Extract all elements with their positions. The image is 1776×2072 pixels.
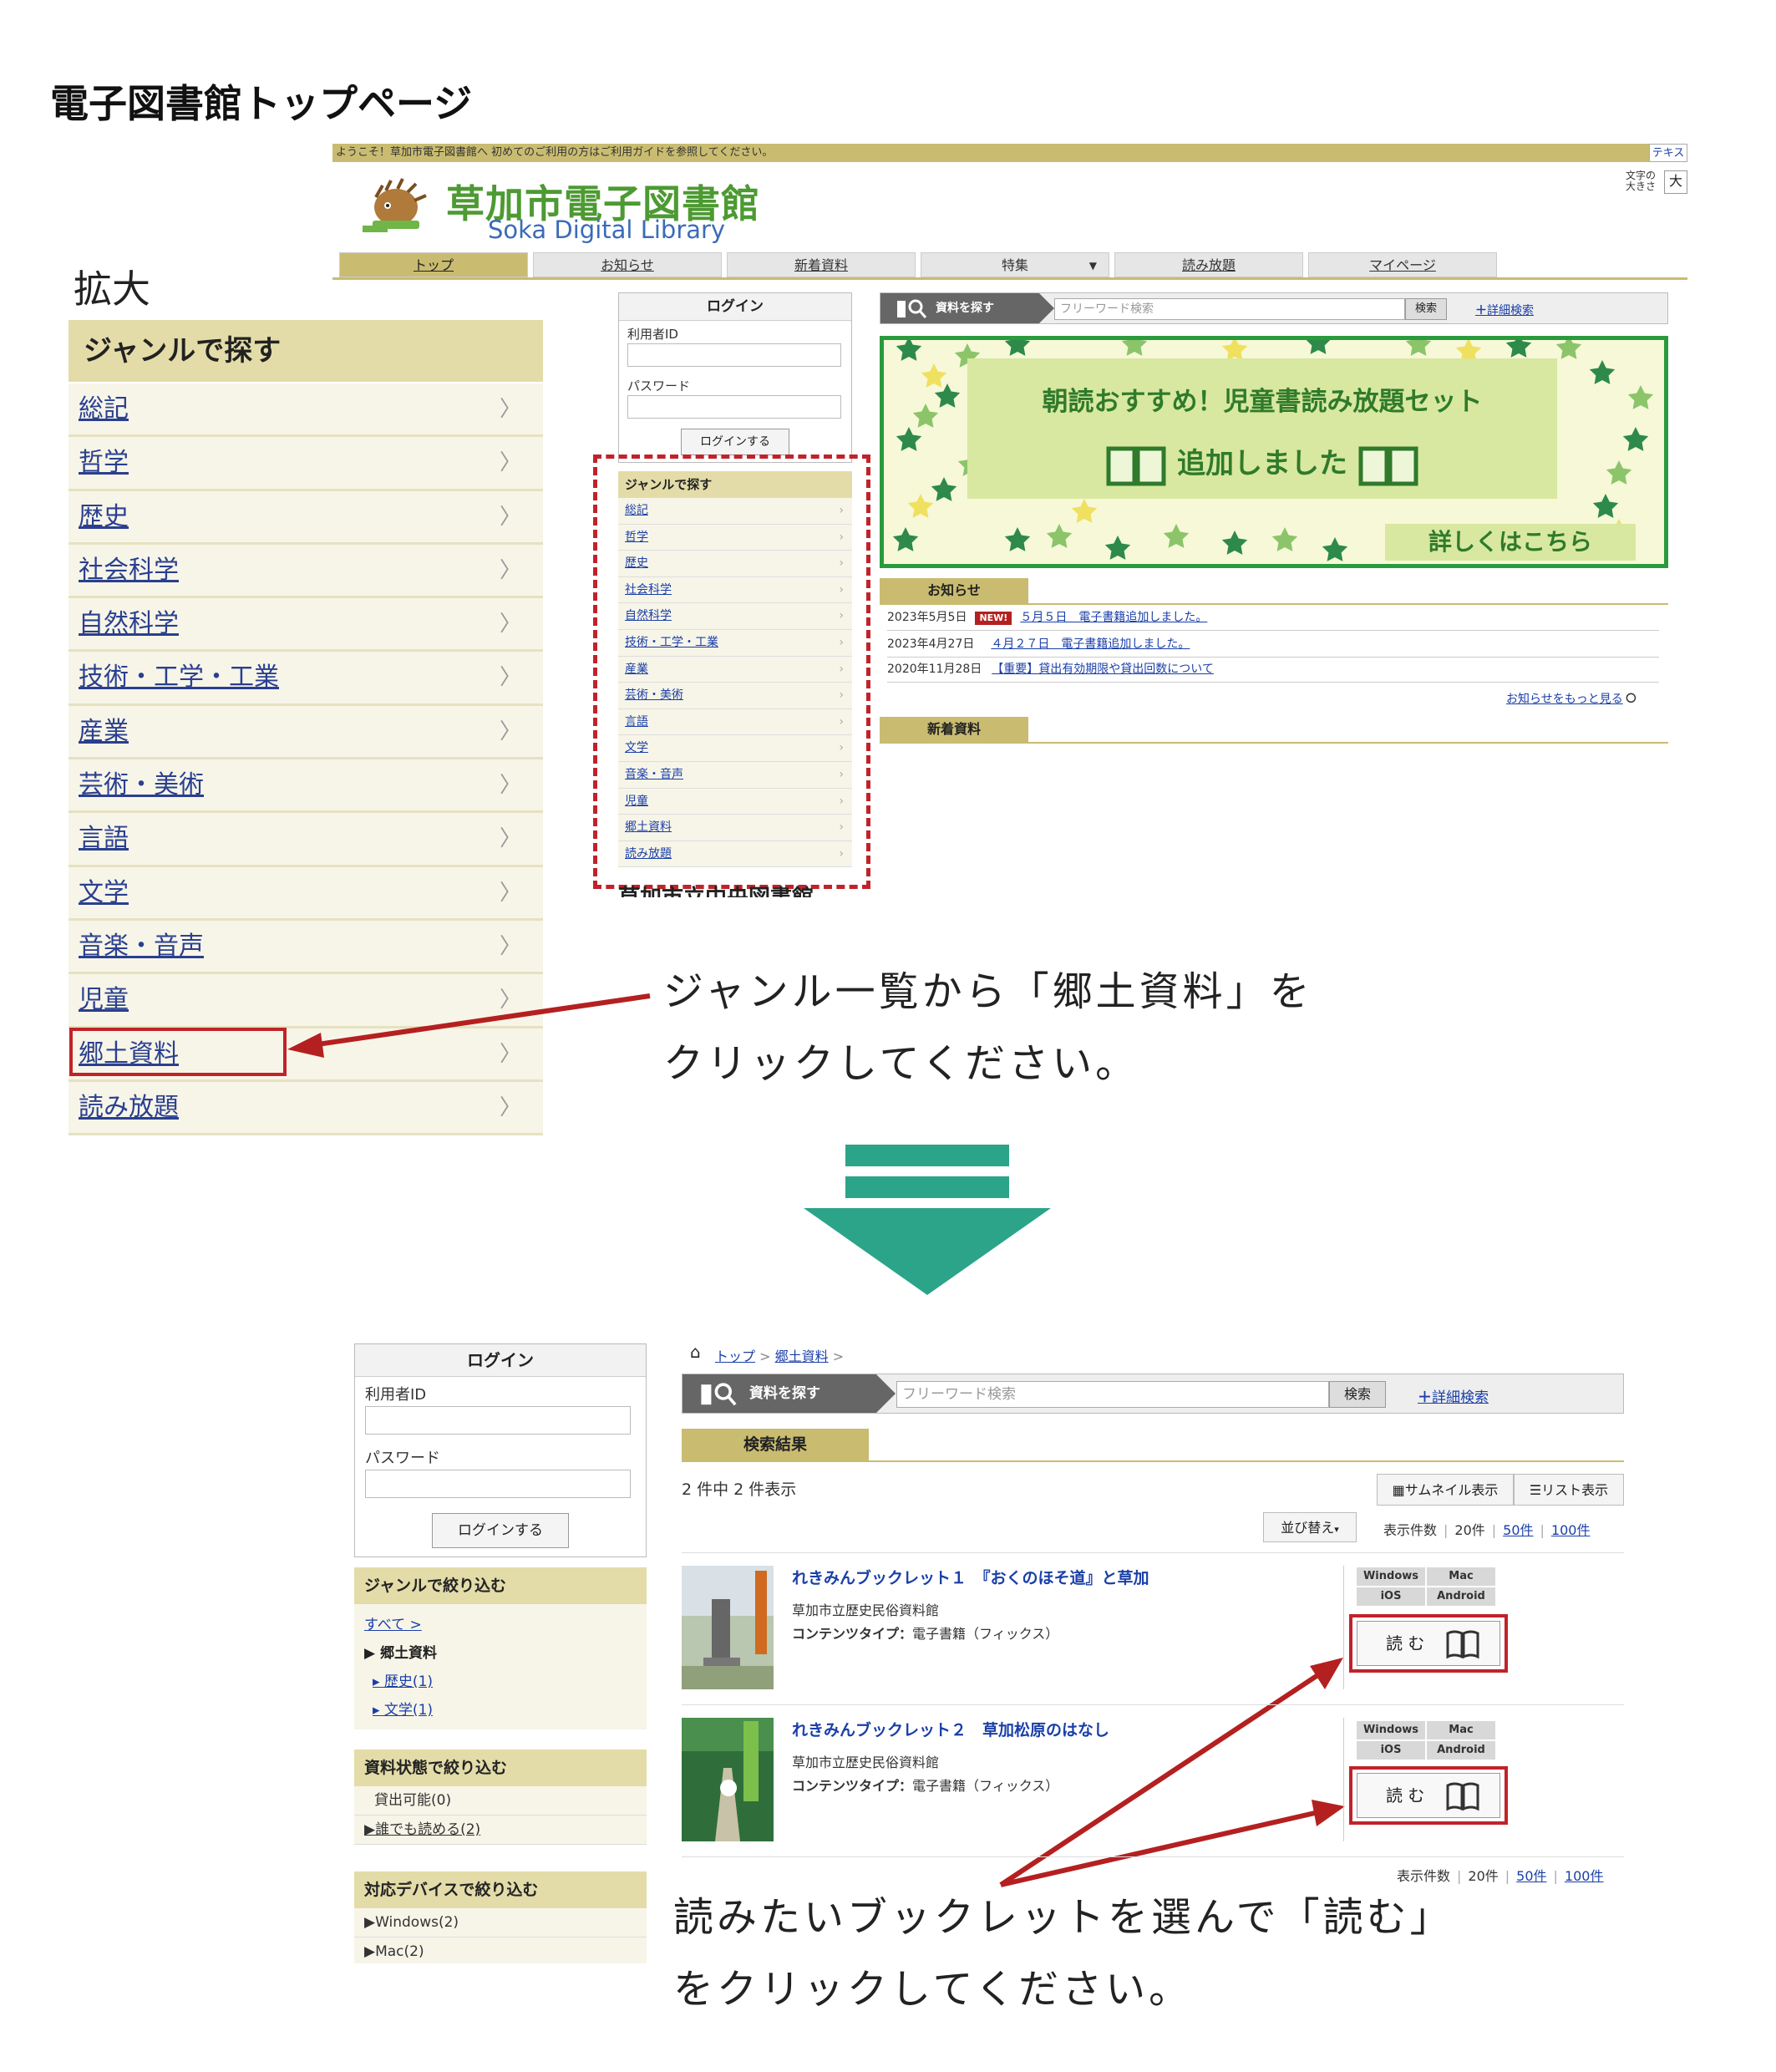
results-divider xyxy=(682,1552,1624,1553)
user-id-label: 利用者ID xyxy=(365,1386,427,1404)
book-title-1[interactable]: れきみんブックレット１ 『おくのほそ道』と草加 xyxy=(792,1566,1149,1588)
search-bar: 資料を探す フリーワード検索 検索 ＋詳細検索 xyxy=(682,1374,1624,1414)
advanced-search-link[interactable]: ＋詳細検索 xyxy=(1418,1385,1489,1406)
genre-filter-current: ▶ 郷土資料 xyxy=(364,1645,437,1662)
status-filter-item[interactable]: 貸出可能(0) xyxy=(354,1786,647,1816)
device-badge: Android xyxy=(1427,1587,1495,1606)
password-label: パスワード xyxy=(365,1450,440,1467)
results-divider xyxy=(682,1856,1624,1857)
instruction-genre-line2: クリックしてください。 xyxy=(663,1040,1139,1087)
device-badge: Android xyxy=(1427,1741,1495,1760)
book-cover-1[interactable] xyxy=(682,1566,774,1689)
device-badge: iOS xyxy=(1357,1587,1425,1606)
genre-filter: ジャンルで絞り込む すべて > ▶ 郷土資料 ▸ 歴史(1) ▸ 文学(1) xyxy=(354,1567,647,1729)
results-underline xyxy=(682,1460,1624,1462)
genre-filter-child[interactable]: ▸ 歴史(1) xyxy=(364,1668,647,1696)
results-count: 2 件中 2 件表示 xyxy=(682,1480,797,1499)
results-title: 検索結果 xyxy=(682,1429,869,1460)
vertical-separator xyxy=(1343,1718,1344,1841)
instruction-read: 読みたいブックレットを選んで「読む」 をクリックしてください。 xyxy=(673,1882,1454,2025)
status-filter-item[interactable]: ▶誰でも読める(2) xyxy=(354,1816,647,1845)
book-content-type-1: コンテンツタイプ：電子書籍（フィックス） xyxy=(792,1626,1059,1642)
status-filter: 資料状態で絞り込む 貸出可能(0) ▶誰でも読める(2) xyxy=(354,1750,647,1845)
bottom-screenshot: ログイン 利用者ID パスワード ログインする ジャンルで絞り込む すべて > … xyxy=(354,1342,1624,1963)
vertical-separator xyxy=(1343,1566,1344,1689)
device-filter-item[interactable]: ▶Windows(2) xyxy=(354,1908,647,1937)
grid-icon: ▦ xyxy=(1392,1482,1405,1498)
device-badges-1: Windows Mac iOS Android xyxy=(1357,1567,1497,1607)
breadcrumb-home[interactable]: トップ xyxy=(715,1348,755,1364)
per-page-20[interactable]: 20件 xyxy=(1468,1868,1498,1884)
device-filter-item[interactable]: ▶Mac(2) xyxy=(354,1937,647,1963)
sort-dropdown[interactable]: 並び替え▾ xyxy=(1263,1512,1357,1542)
login-box: ログイン 利用者ID パスワード ログインする xyxy=(354,1343,647,1557)
device-filter-title: 対応デバイスで絞り込む xyxy=(354,1871,647,1908)
list-view-button[interactable]: ☰リスト表示 xyxy=(1514,1474,1624,1506)
book-title-2[interactable]: れきみんブックレット２ 草加松原のはなし xyxy=(792,1718,1109,1740)
search-input[interactable]: フリーワード検索 xyxy=(896,1381,1329,1408)
device-filter: 対応デバイスで絞り込む ▶Windows(2) ▶Mac(2) xyxy=(354,1871,647,1963)
instruction-genre-line1: ジャンル一覧から「郷土資料」を xyxy=(663,968,1313,1015)
per-page-100[interactable]: 100件 xyxy=(1551,1522,1591,1538)
read-button-highlight xyxy=(1349,1766,1508,1825)
book-content-type-2: コンテンツタイプ：電子書籍（フィックス） xyxy=(792,1778,1059,1794)
down-arrow-bar xyxy=(845,1145,1009,1166)
book-publisher-2: 草加市立歴史民俗資料館 xyxy=(792,1755,940,1770)
book-publisher-1: 草加市立歴史民俗資料館 xyxy=(792,1602,940,1618)
genre-filter-child[interactable]: ▸ 文学(1) xyxy=(364,1696,647,1724)
genre-filter-title: ジャンルで絞り込む xyxy=(354,1567,647,1604)
per-page-20[interactable]: 20件 xyxy=(1454,1522,1484,1538)
status-filter-title: 資料状態で絞り込む xyxy=(354,1750,647,1786)
caret-down-icon: ▾ xyxy=(1334,1524,1339,1535)
device-badge: iOS xyxy=(1357,1741,1425,1760)
device-badge: Windows xyxy=(1357,1567,1425,1586)
device-badge: Mac xyxy=(1427,1567,1495,1586)
user-id-input[interactable] xyxy=(365,1406,631,1435)
per-page-50[interactable]: 50件 xyxy=(1516,1868,1546,1884)
book-cover-2[interactable] xyxy=(682,1718,774,1841)
per-page-50[interactable]: 50件 xyxy=(1503,1522,1533,1538)
down-arrow-icon xyxy=(804,1208,1051,1295)
search-tag: 資料を探す xyxy=(682,1374,896,1413)
device-badges-2: Windows Mac iOS Android xyxy=(1357,1721,1497,1761)
breadcrumb: ⌂ トップ > 郷土資料 > xyxy=(690,1342,845,1364)
login-button[interactable]: ログインする xyxy=(432,1513,569,1548)
read-button-highlight xyxy=(1349,1614,1508,1673)
device-badge: Windows xyxy=(1357,1721,1425,1739)
instruction-genre: ジャンル一覧から「郷土資料」を クリックしてください。 xyxy=(663,956,1313,1099)
instruction-read-line2: をクリックしてください。 xyxy=(673,1966,1193,2013)
search-icon xyxy=(701,1383,737,1406)
down-arrow-bar xyxy=(845,1176,1009,1198)
password-input[interactable] xyxy=(365,1470,631,1498)
login-title: ログイン xyxy=(355,1344,646,1377)
per-page-100[interactable]: 100件 xyxy=(1565,1868,1604,1884)
genre-filter-all[interactable]: すべて > xyxy=(364,1611,647,1639)
per-page-top: 表示件数 | 20件 | 50件 | 100件 xyxy=(1383,1522,1591,1538)
list-icon: ☰ xyxy=(1529,1482,1542,1498)
breadcrumb-current[interactable]: 郷土資料 xyxy=(775,1348,829,1364)
instruction-read-line1: 読みたいブックレットを選んで「読む」 xyxy=(673,1894,1454,1941)
search-button[interactable]: 検索 xyxy=(1329,1381,1386,1408)
home-icon: ⌂ xyxy=(690,1342,701,1362)
thumbnail-view-button[interactable]: ▦サムネイル表示 xyxy=(1377,1474,1514,1506)
device-badge: Mac xyxy=(1427,1721,1495,1739)
results-divider xyxy=(682,1704,1624,1705)
